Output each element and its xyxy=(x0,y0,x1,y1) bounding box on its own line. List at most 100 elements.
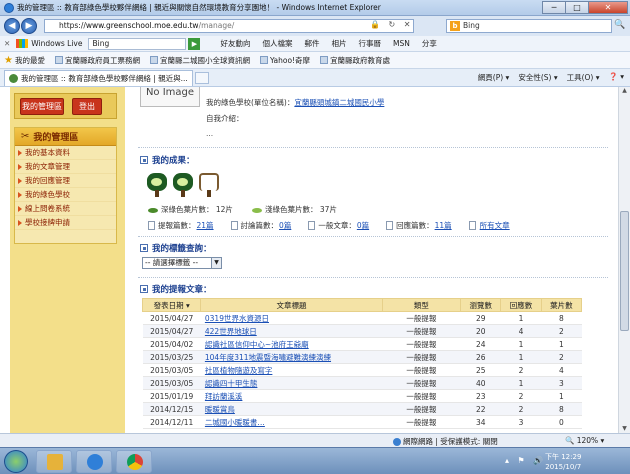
col-leaves[interactable]: 葉片數 xyxy=(540,298,583,312)
windows-live-label[interactable]: Windows Live xyxy=(31,39,82,48)
cell-date: 2015/04/27 xyxy=(142,324,201,338)
main-panel: No Image 我的綠色學校(單位名稱)：宜蘭縣頭城鎮二城國民小學 自我介紹：… xyxy=(138,87,614,435)
achievements-title: 我的成果： xyxy=(152,156,195,166)
safety-menu[interactable]: 安全性(S) ▾ xyxy=(518,72,557,83)
stat-discussions-link[interactable]: 0篇 xyxy=(279,220,291,231)
col-title[interactable]: 文章標題 xyxy=(200,298,383,312)
address-action-icons[interactable]: 🔒 ↻ ✕ xyxy=(370,20,413,29)
cell-views: 24 xyxy=(460,337,501,351)
col-type[interactable]: 類型 xyxy=(381,298,462,312)
zone-text: 網際網路 | 受保護模式: 關閉 xyxy=(403,437,498,446)
search-input[interactable]: b Bing xyxy=(446,19,612,33)
favorites-button[interactable]: 我的最愛 xyxy=(15,55,45,66)
post-title-link[interactable]: 認識四十甲生態 xyxy=(205,379,258,388)
address-input[interactable]: https://www.greenschool.moe.edu.tw/manag… xyxy=(44,19,414,33)
document-icon xyxy=(468,221,476,230)
tray-icons[interactable]: ▴ ⚑ 🔊 xyxy=(505,456,546,465)
favorite-link-2[interactable]: 宜蘭縣二城國小全球資訊網 xyxy=(149,55,250,66)
scroll-up-icon[interactable]: ▲ xyxy=(619,87,630,97)
cell-replies: 2 xyxy=(500,389,542,403)
tag-select[interactable]: -- 請選擇標籤 -- ▼ xyxy=(142,257,222,269)
favorites-bar: ★ 我的最愛 宜蘭縣政府員工票務網 宜蘭縣二城國小全球資訊網 Yahoo!奇摩 … xyxy=(0,52,630,69)
divider xyxy=(138,147,608,148)
tab-active[interactable]: 我的管理區 :: 教育部綠色學校夥伴網絡 | 親近與... xyxy=(4,69,193,86)
stat-all: 所有文章 xyxy=(468,220,511,231)
post-title-link[interactable]: 二城國小暖暖書… xyxy=(205,418,265,427)
new-tab-button[interactable] xyxy=(194,71,209,84)
wl-link-calendar[interactable]: 行事曆 xyxy=(358,38,381,49)
cell-leaves: 0 xyxy=(541,415,582,429)
ie-taskbar-button[interactable] xyxy=(76,450,112,473)
stat-reports-link[interactable]: 21篇 xyxy=(197,220,214,231)
clock[interactable]: 下午 12:29 2015/10/7 xyxy=(545,452,581,472)
logout-button[interactable]: 登出 xyxy=(72,98,102,115)
close-toolbar-icon[interactable]: ✕ xyxy=(4,39,10,48)
all-articles-link[interactable]: 所有文章 xyxy=(480,220,510,231)
col-replies[interactable]: 回應數 xyxy=(500,298,542,312)
chevron-down-icon[interactable]: ▼ xyxy=(211,258,221,268)
back-button[interactable]: ◀ xyxy=(4,18,20,34)
wl-link-mail[interactable]: 郵件 xyxy=(304,38,319,49)
forward-button[interactable]: ▶ xyxy=(21,18,37,34)
wl-search-input[interactable]: Bing xyxy=(88,37,187,50)
scroll-thumb[interactable] xyxy=(620,211,629,331)
post-title-link[interactable]: 認識社區信仰中心~池府王爺廟 xyxy=(205,340,309,349)
maximize-button[interactable]: □ xyxy=(565,1,589,14)
favorite-label: Yahoo!奇摩 xyxy=(269,55,311,65)
cell-views: 34 xyxy=(460,415,501,429)
post-title-link[interactable]: 0319世界水資源日 xyxy=(205,314,269,323)
cell-title: 暖暖賞鳥 xyxy=(200,402,383,416)
favorites-star-icon[interactable]: ★ xyxy=(4,55,13,66)
sidebar-item-survey[interactable]: 線上問卷系統 xyxy=(15,202,116,216)
col-date[interactable]: 發表日期 ▾ xyxy=(141,298,202,312)
sidebar-item-replies[interactable]: 我的回應管理 xyxy=(15,174,116,188)
stat-general-link[interactable]: 0篇 xyxy=(357,220,369,231)
sidebar-item-plaque[interactable]: 學校接牌申請 xyxy=(15,216,116,230)
search-value: Bing xyxy=(463,21,480,30)
stat-replies-link[interactable]: 11篇 xyxy=(435,220,452,231)
sidebar-item-green-school[interactable]: 我的綠色學校 xyxy=(15,188,116,202)
favorite-link-3[interactable]: Yahoo!奇摩 xyxy=(259,55,311,66)
manage-panel: ✂ 我的管理區 我的基本資料 我的文章管理 我的回應管理 我的綠色學校 線上問卷… xyxy=(14,127,117,244)
cell-type: 一般提報 xyxy=(382,363,461,377)
explorer-taskbar-button[interactable] xyxy=(36,450,72,473)
close-button[interactable]: ✕ xyxy=(588,1,628,14)
my-manage-button[interactable]: 我的管理區 xyxy=(20,98,64,115)
vertical-scrollbar[interactable]: ▲ ▼ xyxy=(618,87,630,435)
chrome-taskbar-button[interactable] xyxy=(116,450,152,473)
wl-link-friends[interactable]: 好友動向 xyxy=(220,38,250,49)
stat-discussions: 討論篇數： 0篇 xyxy=(230,220,293,231)
school-link[interactable]: 宜蘭縣頭城鎮二城國民小學 xyxy=(294,98,384,107)
tools-menu[interactable]: 工具(O) ▾ xyxy=(567,72,600,83)
post-title-link[interactable]: 422世界地球日 xyxy=(205,327,257,336)
wl-search-icon[interactable]: ▶ xyxy=(188,37,201,50)
table-row: 2015/04/02 認識社區信仰中心~池府王爺廟 一般提報 24 1 1 xyxy=(142,337,582,351)
cell-title: 認識社區信仰中心~池府王爺廟 xyxy=(200,337,383,351)
wl-link-share[interactable]: 分享 xyxy=(422,38,437,49)
post-title-link[interactable]: 拜訪蘭溪溪 xyxy=(205,392,243,401)
sidebar-button-box: 我的管理區 登出 xyxy=(14,93,117,119)
post-title-link[interactable]: 暖暖賞鳥 xyxy=(205,405,235,414)
search-icon[interactable]: 🔍 xyxy=(614,20,625,30)
favorite-link-1[interactable]: 宜蘭縣政府員工票務網 xyxy=(54,55,140,66)
minimize-button[interactable]: ─ xyxy=(542,1,566,14)
bing-icon: b xyxy=(450,21,460,31)
stat-replies: 回應篇數： 11篇 xyxy=(386,220,453,231)
wl-link-photos[interactable]: 相片 xyxy=(331,38,346,49)
cell-title: 拜訪蘭溪溪 xyxy=(200,389,383,403)
intro-value: ... xyxy=(206,129,214,138)
sidebar-item-profile[interactable]: 我的基本資料 xyxy=(15,146,116,160)
window-titlebar: 我的管理區 :: 教育部綠色學校夥伴網絡 | 親近與關懷自然環境教育分享園地！ … xyxy=(0,0,630,16)
col-views[interactable]: 瀏覽數 xyxy=(460,298,502,312)
post-title-link[interactable]: 104年度311地震暨海嘯避難演練演練 xyxy=(205,353,331,362)
sidebar-item-articles[interactable]: 我的文章管理 xyxy=(15,160,116,174)
post-title-link[interactable]: 社區植物隨遊及寫字 xyxy=(205,366,273,375)
page-icon xyxy=(149,56,158,64)
page-menu[interactable]: 網頁(P) ▾ xyxy=(478,72,510,83)
zoom-control[interactable]: 🔍 120% ▾ xyxy=(565,436,604,445)
wl-link-profile[interactable]: 個人檔案 xyxy=(262,38,292,49)
favorite-link-4[interactable]: 宜蘭縣政府教育處 xyxy=(320,55,390,66)
wl-link-msn[interactable]: MSN xyxy=(393,39,410,48)
start-button[interactable] xyxy=(4,450,28,473)
help-menu[interactable]: ❓ ▾ xyxy=(609,72,625,83)
